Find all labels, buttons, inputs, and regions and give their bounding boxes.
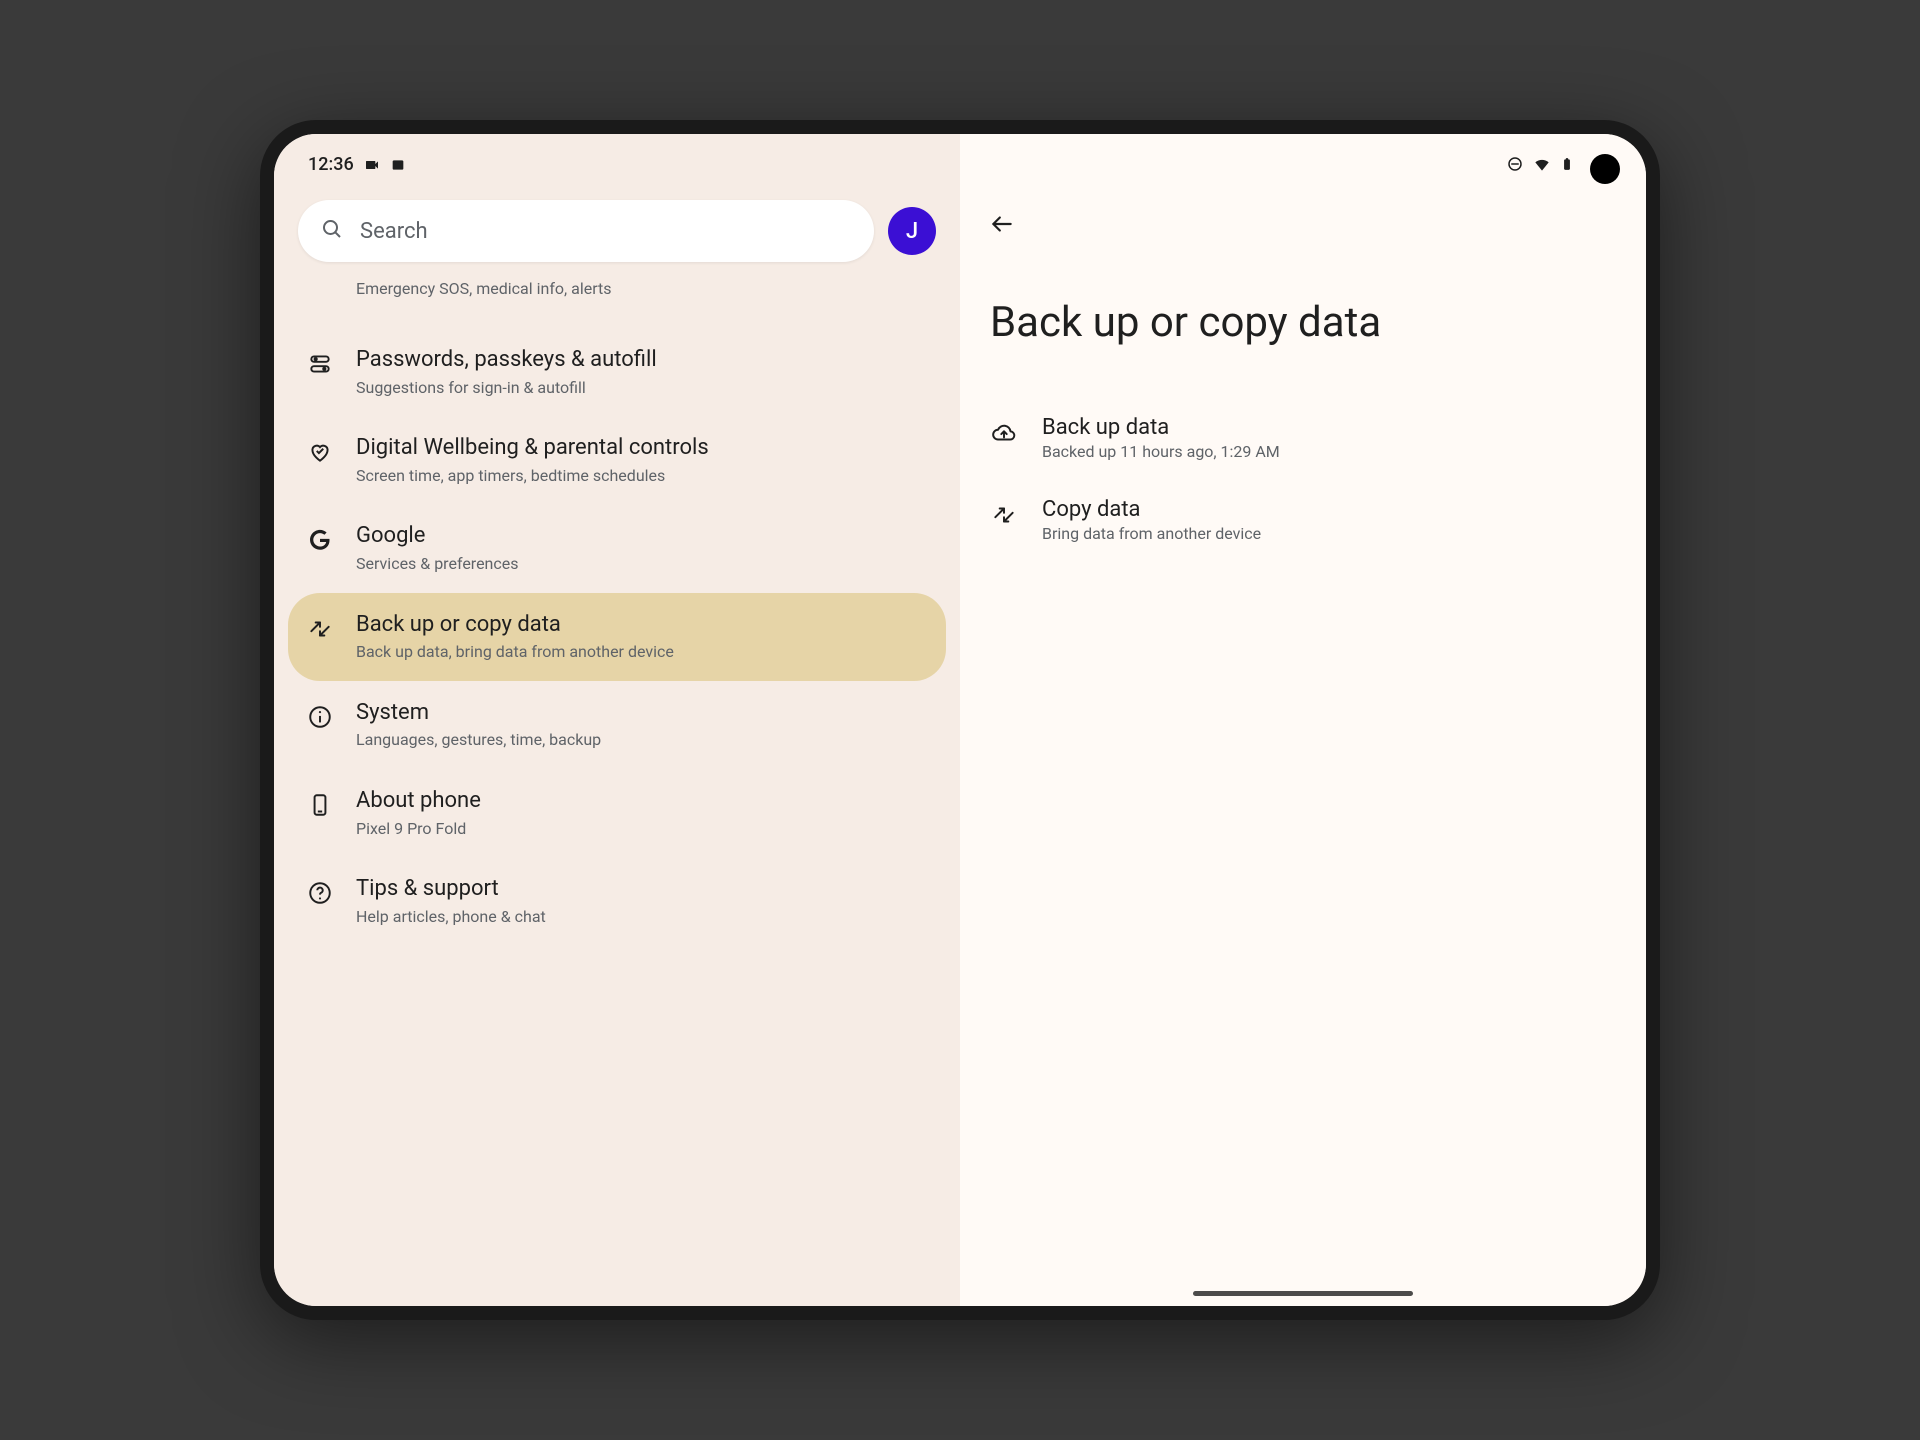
settings-item-passwords[interactable]: Passwords, passkeys & autofillSuggestion… — [288, 328, 946, 416]
detail-item-subtitle: Backed up 11 hours ago, 1:29 AM — [1042, 442, 1280, 461]
settings-item-title: System — [356, 699, 928, 728]
settings-item-title: Google — [356, 522, 928, 551]
settings-item-system[interactable]: SystemLanguages, gestures, time, backup — [288, 681, 946, 769]
info-icon — [306, 703, 334, 731]
detail-item-title: Back up data — [1042, 415, 1280, 440]
detail-item-copy-data[interactable]: Copy data Bring data from another device — [960, 479, 1646, 561]
detail-list: Back up data Backed up 11 hours ago, 1:29… — [960, 397, 1646, 561]
device-frame: 12:36 Search J Emergency SO — [260, 120, 1660, 1320]
settings-item-safety-emergency[interactable]: Emergency SOS, medical info, alerts — [288, 278, 946, 328]
navigation-handle[interactable] — [1193, 1291, 1413, 1296]
detail-item-title: Copy data — [1042, 497, 1261, 522]
back-button[interactable] — [988, 210, 1016, 238]
settings-list[interactable]: Emergency SOS, medical info, alerts Passw… — [274, 278, 960, 945]
settings-item-title: Passwords, passkeys & autofill — [356, 346, 928, 375]
search-placeholder: Search — [360, 219, 428, 244]
settings-item-tips-support[interactable]: Tips & supportHelp articles, phone & cha… — [288, 857, 946, 945]
camera-cutout — [1590, 154, 1620, 184]
settings-item-subtitle: Languages, gestures, time, backup — [356, 729, 928, 751]
settings-item-subtitle: Pixel 9 Pro Fold — [356, 818, 928, 840]
settings-item-digital-wellbeing[interactable]: Digital Wellbeing & parental controlsScr… — [288, 416, 946, 504]
settings-item-subtitle: Emergency SOS, medical info, alerts — [356, 278, 928, 300]
none-partial-icon — [306, 282, 334, 310]
cast-icon — [390, 157, 406, 173]
wellbeing-icon — [306, 438, 334, 466]
status-bar-right — [1506, 154, 1574, 174]
detail-header — [960, 192, 1646, 238]
battery-icon — [1560, 154, 1574, 174]
settings-item-title: Digital Wellbeing & parental controls — [356, 434, 928, 463]
google-icon — [306, 526, 334, 554]
key-icon — [306, 350, 334, 378]
status-time: 12:36 — [308, 154, 354, 175]
search-row: Search J — [274, 192, 960, 278]
search-input[interactable]: Search — [298, 200, 874, 262]
settings-item-subtitle: Screen time, app timers, bedtime schedul… — [356, 465, 928, 487]
account-avatar[interactable]: J — [888, 207, 936, 255]
settings-item-subtitle: Back up data, bring data from another de… — [356, 641, 928, 663]
settings-item-subtitle: Help articles, phone & chat — [356, 906, 928, 928]
help-icon — [306, 879, 334, 907]
sync-icon — [306, 615, 334, 643]
cloud-icon — [990, 419, 1018, 447]
settings-detail-pane: Back up or copy data Back up data Backed … — [960, 134, 1646, 1306]
settings-item-subtitle: Suggestions for sign-in & autofill — [356, 377, 928, 399]
settings-item-title: About phone — [356, 787, 928, 816]
wifi-icon — [1532, 154, 1552, 174]
detail-item-subtitle: Bring data from another device — [1042, 524, 1261, 543]
settings-item-title: Back up or copy data — [356, 611, 928, 640]
phone-icon — [306, 791, 334, 819]
dnd-icon — [1506, 155, 1524, 173]
settings-item-title: Tips & support — [356, 875, 928, 904]
sync-icon — [990, 501, 1018, 529]
page-title: Back up or copy data — [960, 238, 1646, 397]
settings-item-subtitle: Services & preferences — [356, 553, 928, 575]
video-call-icon — [364, 157, 380, 173]
settings-list-pane: Search J Emergency SOS, medical info, al… — [274, 134, 960, 1306]
detail-item-backup-data[interactable]: Back up data Backed up 11 hours ago, 1:29… — [960, 397, 1646, 479]
status-bar-left: 12:36 — [308, 154, 406, 175]
settings-item-google[interactable]: GoogleServices & preferences — [288, 504, 946, 592]
search-icon — [320, 217, 344, 245]
settings-item-about-phone[interactable]: About phonePixel 9 Pro Fold — [288, 769, 946, 857]
settings-item-backup[interactable]: Back up or copy dataBack up data, bring … — [288, 593, 946, 681]
